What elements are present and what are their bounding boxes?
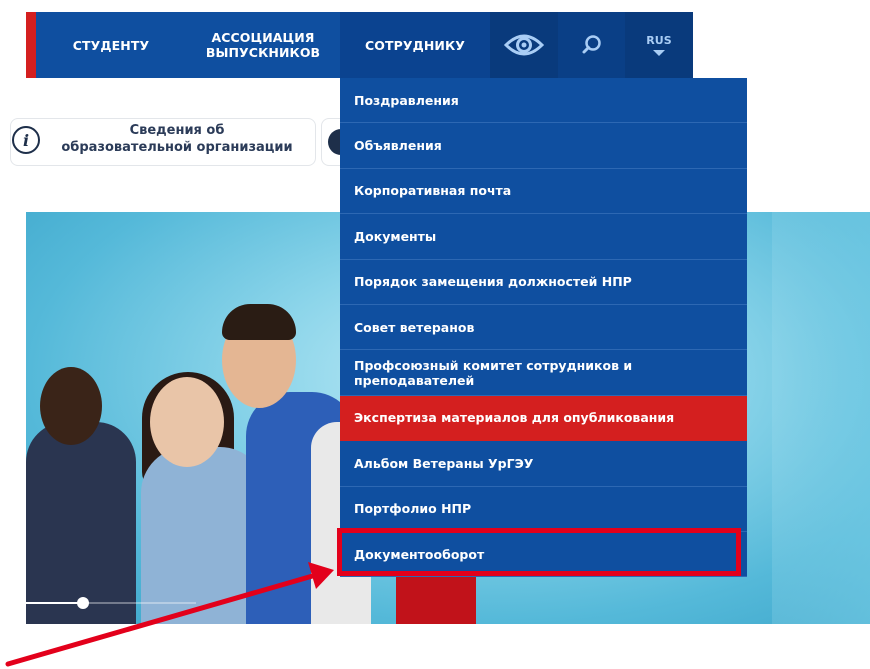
menu-item-corporate-mail[interactable]: Корпоративная почта — [340, 169, 747, 215]
hero-background-fade — [772, 212, 870, 624]
hero-person-head — [150, 377, 224, 467]
menu-item-trade-union[interactable]: Профсоюзный комитет сотрудников и препод… — [340, 350, 747, 396]
hero-person — [26, 422, 136, 624]
hero-person-hair — [222, 304, 296, 340]
language-label: RUS — [646, 34, 672, 48]
menu-item-documents[interactable]: Документы — [340, 214, 747, 260]
nav-accent-bar — [26, 12, 36, 78]
nav-item-label: СТУДЕНТУ — [72, 37, 150, 53]
info-icon: i — [12, 126, 40, 154]
nav-item-alumni[interactable]: АССОЦИАЦИЯ ВЫПУСКНИКОВ — [186, 12, 340, 78]
caret-down-icon — [653, 49, 665, 56]
menu-item-veterans-council[interactable]: Совет ветеранов — [340, 305, 747, 351]
nav-item-label: СОТРУДНИКУ — [364, 37, 466, 53]
menu-item-veterans-album[interactable]: Альбом Ветераны УрГЭУ — [340, 441, 747, 487]
staff-dropdown-menu: Поздравления Объявления Корпоративная по… — [340, 78, 747, 578]
menu-item-position-filling[interactable]: Порядок замещения должностей НПР — [340, 260, 747, 305]
slider-progress — [26, 602, 84, 604]
nav-item-staff[interactable]: СОТРУДНИКУ — [340, 12, 490, 78]
nav-item-label-line2: ВЫПУСКНИКОВ — [205, 45, 321, 60]
eye-icon — [504, 34, 544, 56]
nav-item-label-line1: АССОЦИАЦИЯ — [211, 30, 315, 45]
search-icon — [582, 35, 601, 54]
menu-item-npr-portfolio[interactable]: Портфолио НПР — [340, 487, 747, 532]
annotation-highlight-box — [337, 528, 741, 576]
search-button[interactable] — [558, 12, 625, 78]
slider-handle[interactable] — [77, 597, 89, 609]
hero-person-head — [40, 367, 102, 445]
info-button-label: Сведения об образовательной организации — [46, 122, 308, 156]
menu-item-publication-expertise[interactable]: Экспертиза материалов для опубликования — [340, 395, 747, 442]
accessibility-button[interactable] — [490, 12, 558, 78]
top-strip — [0, 0, 870, 8]
menu-item-announcements[interactable]: Объявления — [340, 123, 747, 169]
language-switcher[interactable]: RUS — [625, 12, 693, 78]
info-label-line1: Сведения об — [129, 123, 225, 138]
menu-item-congratulations[interactable]: Поздравления — [340, 78, 747, 124]
hero-person — [396, 572, 476, 624]
nav-item-student[interactable]: СТУДЕНТУ — [36, 12, 186, 78]
info-label-line2: образовательной организации — [61, 140, 293, 155]
